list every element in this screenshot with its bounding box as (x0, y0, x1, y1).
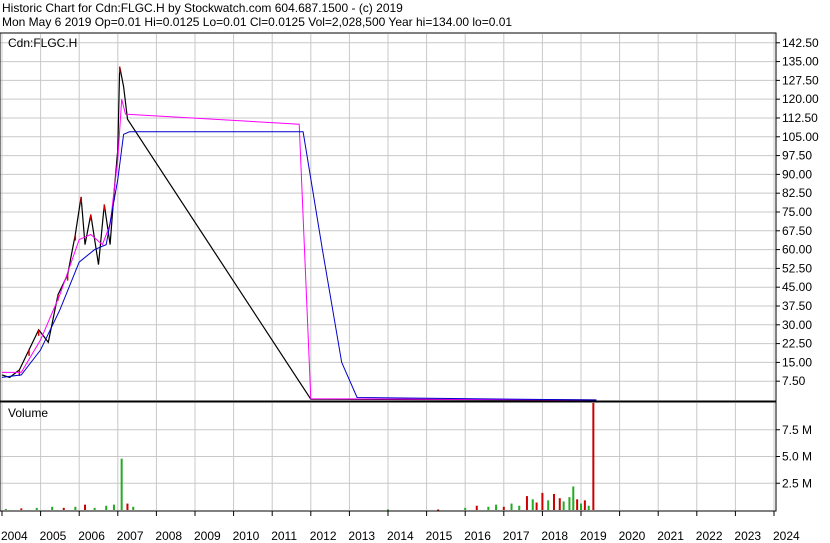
volume-bar (51, 506, 54, 510)
x-tick-label-2023: 2023 (734, 529, 761, 543)
series-line-price (1, 66, 597, 401)
y-tick-label-7.50: 7.50 (782, 374, 806, 388)
y-tick-label-135.00: 135.00 (782, 55, 819, 69)
x-tick-label-2009: 2009 (194, 529, 221, 543)
x-tick-label-2017: 2017 (503, 529, 530, 543)
volume-bar (572, 486, 575, 510)
volume-bar (120, 458, 123, 510)
x-tick-label-2004: 2004 (1, 529, 28, 543)
volume-bar (547, 500, 550, 510)
volume-bar (74, 506, 77, 510)
x-tick-label-2005: 2005 (40, 529, 67, 543)
y-tick-label-97.50: 97.50 (782, 149, 812, 163)
y-tick-label-45.00: 45.00 (782, 280, 812, 294)
x-tick-label-2020: 2020 (619, 529, 646, 543)
x-tick-label-2015: 2015 (426, 529, 453, 543)
volume-bar (518, 505, 521, 510)
x-tick-label-2024: 2024 (773, 529, 800, 543)
x-tick-label-2008: 2008 (155, 529, 182, 543)
volume-bar (475, 505, 478, 510)
y-tick-label-90.00: 90.00 (782, 167, 812, 181)
volume-bar (4, 508, 7, 510)
vol-tick-label-2.5 M: 2.5 M (782, 476, 812, 490)
volume-bar (531, 499, 534, 510)
volume-bar (510, 503, 513, 510)
volume-bar (502, 506, 505, 510)
x-tick-label-2018: 2018 (541, 529, 568, 543)
volume-bar (93, 507, 96, 510)
x-tick-label-2013: 2013 (348, 529, 375, 543)
vol-tick-label-5.0 M: 5.0 M (782, 450, 812, 464)
volume-bar (62, 507, 65, 510)
volume-bar (525, 496, 528, 510)
volume-bar (592, 403, 595, 510)
volume-bar (568, 497, 571, 510)
y-tick-label-22.50: 22.50 (782, 337, 812, 351)
volume-bar (576, 499, 579, 510)
volume-panel-title: Volume (8, 406, 48, 420)
volume-y-axis: 7.5 M 5.0 M 2.5 M (776, 423, 812, 490)
volume-bar (562, 501, 565, 510)
x-tick-label-2014: 2014 (387, 529, 414, 543)
volume-bar (20, 508, 23, 510)
series-line-ma_long (1, 131, 597, 401)
x-axis: 2004 2005 2006 2007 2008 2009 2010 2011 2012 2013… (1, 511, 800, 543)
volume-bar (487, 506, 490, 510)
y-tick-label-67.50: 67.50 (782, 224, 812, 238)
volume-bar (387, 509, 389, 511)
grid-lines (0, 34, 776, 510)
volume-bar (558, 498, 561, 510)
x-tick-label-2016: 2016 (464, 529, 491, 543)
y-tick-label-52.50: 52.50 (782, 261, 812, 275)
stock-chart: Cdn:FLGC.H Volume 142.50 135.00 127.50 120.… (0, 32, 819, 543)
x-tick-label-2010: 2010 (233, 529, 260, 543)
x-tick-label-2007: 2007 (117, 529, 144, 543)
y-tick-label-142.50: 142.50 (782, 36, 819, 50)
volume-bar (464, 507, 467, 510)
y-tick-label-120.00: 120.00 (782, 92, 819, 106)
vol-tick-label-7.5 M: 7.5 M (782, 423, 812, 437)
y-tick-label-30.00: 30.00 (782, 318, 812, 332)
volume-bar (126, 503, 129, 510)
y-tick-label-60.00: 60.00 (782, 243, 812, 257)
x-tick-label-2021: 2021 (657, 529, 684, 543)
x-tick-label-2006: 2006 (78, 529, 105, 543)
volume-bar (105, 505, 108, 510)
volume-bar (583, 500, 586, 510)
volume-bar (112, 504, 115, 510)
volume-bar (580, 503, 582, 510)
volume-bar (83, 504, 86, 510)
y-tick-label-112.50: 112.50 (782, 111, 818, 125)
x-tick-label-2022: 2022 (696, 529, 723, 543)
volume-bar (495, 504, 498, 510)
volume-bar (535, 502, 538, 510)
y-tick-label-127.50: 127.50 (782, 73, 819, 87)
y-tick-label-15.00: 15.00 (782, 355, 812, 369)
volume-bar (587, 505, 590, 510)
volume-bar (437, 509, 440, 511)
volume-bar (552, 493, 555, 510)
y-tick-label-37.50: 37.50 (782, 299, 812, 313)
y-tick-label-75.00: 75.00 (782, 205, 812, 219)
volume-bar (541, 492, 544, 510)
y-tick-label-105.00: 105.00 (782, 130, 819, 144)
x-tick-label-2012: 2012 (310, 529, 337, 543)
x-tick-label-2019: 2019 (580, 529, 607, 543)
x-tick-label-2011: 2011 (271, 529, 297, 543)
y-tick-label-82.50: 82.50 (782, 186, 812, 200)
volume-bar (35, 507, 38, 510)
price-y-axis: 142.50 135.00 127.50 120.00 112.50 105.00 97.5… (776, 36, 819, 388)
volume-bar (132, 506, 135, 510)
price-series (1, 66, 597, 401)
price-panel-title: Cdn:FLGC.H (8, 36, 77, 50)
